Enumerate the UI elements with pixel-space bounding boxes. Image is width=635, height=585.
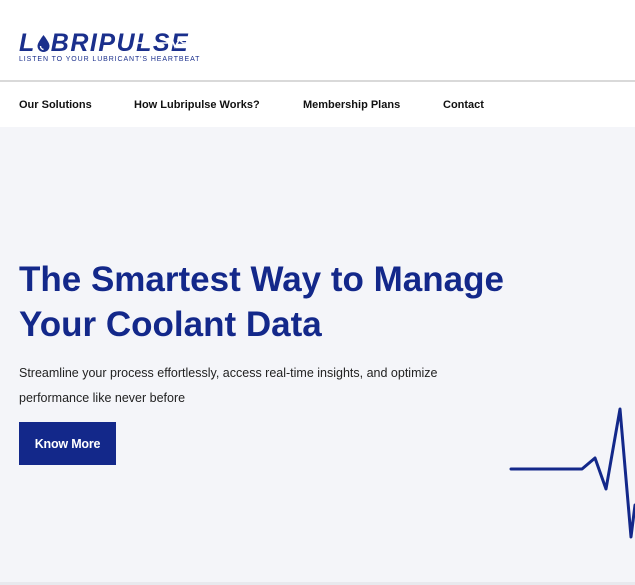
know-more-button[interactable]: Know More [19,422,116,465]
hero-subtitle: Streamline your process effortlessly, ac… [19,366,438,405]
heartbeat-pulse-icon [509,407,635,539]
nav-item-how-it-works[interactable]: How Lubripulse Works? [134,99,260,111]
main-nav: Our Solutions How Lubripulse Works? Memb… [0,84,635,127]
hero-section: The Smartest Way to Manage Your Coolant … [0,127,635,585]
site-header: L BRIPULSE LISTEN TO YOUR LUBRICANT'S HEA… [0,0,635,82]
drop-icon [37,35,50,52]
hero-title: The Smartest Way to Manage Your Coolant … [19,260,504,344]
nav-item-membership-plans[interactable]: Membership Plans [303,99,400,111]
logo-tagline: LISTEN TO YOUR LUBRICANT'S HEARTBEAT [19,56,201,63]
pulse-icon [137,35,217,49]
nav-item-our-solutions[interactable]: Our Solutions [19,99,92,111]
logo[interactable]: L BRIPULSE LISTEN TO YOUR LUBRICANT'S HEA… [19,30,219,66]
nav-item-contact[interactable]: Contact [443,99,484,111]
